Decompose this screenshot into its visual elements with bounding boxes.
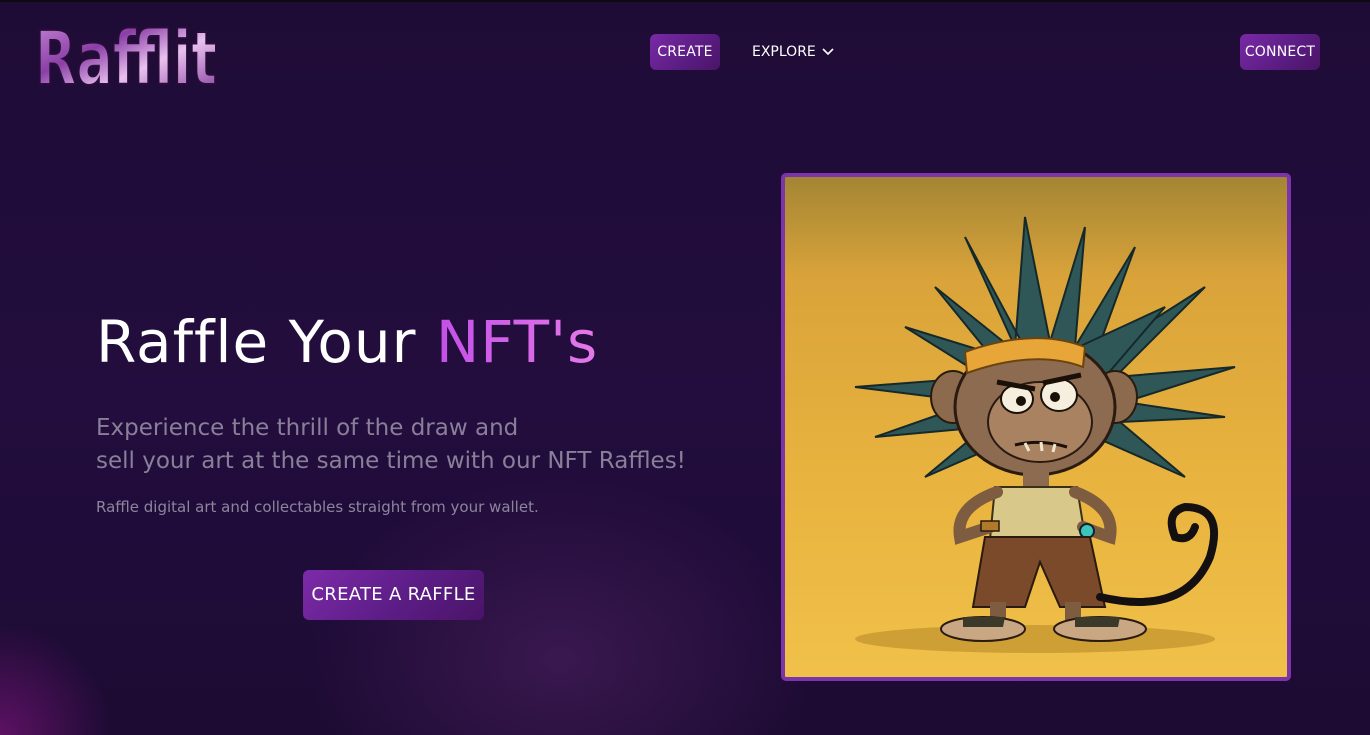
- chevron-down-icon: [822, 48, 834, 56]
- hero-subtitle-line-2: sell your art at the same time with our …: [96, 448, 686, 474]
- explore-menu[interactable]: EXPLORE: [752, 34, 834, 70]
- logo-text: Rafflit: [35, 16, 217, 92]
- create-raffle-button[interactable]: CREATE A RAFFLE: [303, 570, 484, 620]
- hero-subtitle-line-1: Experience the thrill of the draw and: [96, 415, 519, 441]
- hero-description: Raffle digital art and collectables stra…: [96, 498, 539, 516]
- hero-title-accent: NFT's: [435, 308, 599, 376]
- create-button[interactable]: CREATE: [650, 34, 720, 70]
- featured-nft-image: [781, 173, 1291, 681]
- hero-title-prefix: Raffle Your: [96, 308, 417, 376]
- hero-title: Raffle Your NFT's: [96, 308, 598, 376]
- window-top-edge: [0, 0, 1370, 2]
- explore-label: EXPLORE: [752, 44, 816, 60]
- connect-wallet-button[interactable]: CONNECT: [1240, 34, 1320, 70]
- hero-subtitle: Experience the thrill of the draw and se…: [96, 412, 736, 478]
- rafflit-logo[interactable]: Rafflit: [33, 14, 223, 103]
